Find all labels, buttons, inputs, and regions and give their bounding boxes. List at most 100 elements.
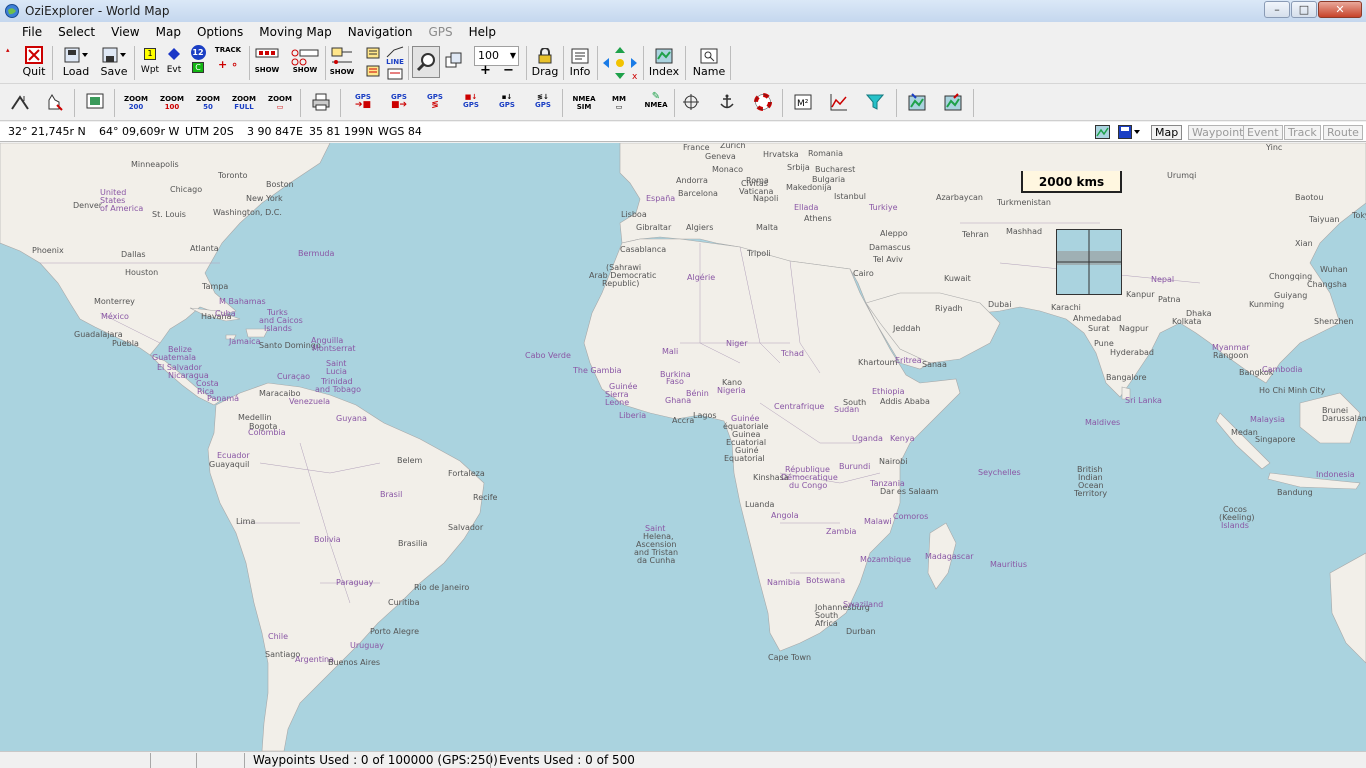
show-events-button[interactable]: SHOW (289, 48, 321, 74)
datum-readout: WGS 84 (378, 125, 422, 138)
gps-events-label[interactable]: ▪↓ GPS (496, 93, 518, 109)
load-button[interactable]: Load (60, 46, 92, 78)
map-place-label: Venezuela (289, 397, 331, 406)
printer-icon[interactable] (312, 93, 330, 111)
map-place-label: Boston (266, 180, 294, 189)
magnifier-button[interactable] (412, 46, 440, 78)
zoom-out-icon[interactable]: − (503, 64, 514, 77)
scale-bar: 2000 kms (1021, 171, 1122, 193)
tab-waypoint[interactable]: Waypoint (1188, 125, 1248, 140)
line-button[interactable]: LINE (384, 46, 406, 80)
menu-map[interactable]: Map (148, 22, 189, 42)
status-divider (244, 753, 245, 768)
info-button[interactable]: Info (566, 48, 594, 78)
zoom-100-label[interactable]: ZOOM 100 (160, 95, 184, 111)
map-place-label: Equatorial (724, 454, 765, 463)
maximize-button[interactable]: □ (1291, 1, 1317, 18)
tab-map[interactable]: Map (1151, 125, 1183, 140)
nmea-sim-label[interactable]: NMEA SIM (572, 95, 596, 111)
zoom-in-icon[interactable]: + (480, 64, 491, 77)
svg-text:x: x (632, 72, 638, 80)
tab-track[interactable]: Track (1284, 125, 1321, 140)
easting-readout: 3 90 847E (247, 125, 303, 138)
close-button[interactable]: ✕ (1318, 1, 1362, 18)
map-image-icon[interactable] (1095, 125, 1110, 139)
evt-label: Evt (166, 65, 182, 75)
drag-button[interactable]: Drag (530, 48, 560, 78)
map-place-label: Brasil (380, 490, 403, 499)
tab-event[interactable]: Event (1243, 125, 1283, 140)
show-routes-button[interactable]: SHOW (329, 46, 355, 76)
gps-download-waypoints-label[interactable]: GPS ■➔ (388, 93, 410, 110)
zoom-200-label[interactable]: ZOOM 200 (124, 95, 148, 111)
menu-help[interactable]: Help (461, 22, 504, 42)
house-icon[interactable] (10, 93, 30, 111)
map-place-label: España (646, 194, 676, 203)
show-waypoints-button[interactable]: SHOW (253, 48, 281, 74)
menu-file[interactable]: File (14, 22, 50, 42)
map-place-label: Cuba (215, 309, 236, 318)
elevation-graph-icon[interactable] (830, 93, 848, 111)
menu-navigation[interactable]: Navigation (340, 22, 421, 42)
gps-track-label[interactable]: GPS ≶ (424, 93, 446, 110)
menu-options[interactable]: Options (189, 22, 251, 42)
menu-view[interactable]: View (103, 22, 147, 42)
route-button[interactable]: 12 C (189, 45, 207, 73)
moving-map-label[interactable]: MM ▭ (608, 95, 630, 111)
menu-select[interactable]: Select (50, 22, 103, 42)
zoom-50-label[interactable]: ZOOM 50 (196, 95, 220, 111)
map-place-label: Azarbaycan (936, 193, 983, 202)
event-button[interactable]: Evt (164, 48, 184, 75)
map-view-icon[interactable] (86, 93, 104, 109)
menu-moving-map[interactable]: Moving Map (251, 22, 340, 42)
map-place-label: Turkmenistan (997, 198, 1051, 207)
show-label-3: SHOW (329, 68, 355, 76)
zoom-full-label[interactable]: ZOOM FULL (232, 95, 256, 111)
map-place-label: Kenya (890, 434, 915, 443)
map-import-icon[interactable] (908, 93, 926, 111)
map-place-label: Shenzhen (1314, 317, 1354, 326)
map-place-label: Liberia (619, 411, 647, 420)
map-place-label: Jamaica (229, 337, 261, 346)
nmea-pen-label[interactable]: ✎ NMEA (644, 92, 668, 110)
map-place-label: Wuhan (1320, 265, 1348, 274)
gps-upload-waypoints-label[interactable]: GPS ➔■ (352, 93, 374, 110)
tab-route[interactable]: Route (1323, 125, 1363, 140)
box-icon (387, 68, 403, 80)
hand-tool-icon[interactable] (45, 93, 63, 111)
map-place-label: Zambia (826, 527, 857, 536)
name-search-button[interactable]: Name (690, 48, 728, 78)
world-map-canvas[interactable]: Minneapolis Toronto Chicago Boston United Sta… (0, 143, 1366, 751)
index-button[interactable]: Index (648, 48, 680, 78)
gps-tracklog-label[interactable]: ≶↓ GPS (532, 93, 554, 109)
quit-button[interactable]: Quit (20, 46, 48, 78)
gps-route-label[interactable]: ■↓ GPS (460, 93, 482, 109)
map-place-label: Patna (1158, 295, 1181, 304)
anchor-icon[interactable] (718, 93, 736, 111)
name-label: Name (692, 65, 726, 78)
overview-window[interactable] (1056, 229, 1122, 295)
map-place-label: Kinshasa (753, 473, 789, 482)
track-button[interactable]: TRACK + ∘ (212, 46, 244, 72)
list-button[interactable] (364, 46, 382, 80)
load-icon (64, 47, 88, 63)
map-place-label: Istanbul (834, 192, 867, 201)
map-export-icon[interactable] (944, 93, 962, 111)
menu-gps[interactable]: GPS (420, 22, 460, 42)
save-button[interactable]: Save (98, 46, 130, 78)
save-map-icon[interactable] (1118, 125, 1142, 139)
coordinate-bar: 32° 21,745r N 64° 09,609r W UTM 20S 3 90… (0, 122, 1366, 142)
filter-icon[interactable] (866, 93, 884, 111)
lifebuoy-icon[interactable] (754, 93, 772, 111)
area-icon[interactable]: M² (794, 93, 812, 111)
windows-button[interactable] (444, 52, 464, 70)
crosshair-icon[interactable] (682, 93, 700, 111)
waypoint-button[interactable]: 1 Wpt (140, 48, 160, 75)
map-place-label: Dallas (121, 250, 146, 259)
map-place-label: Guadalajara (74, 330, 123, 339)
minimize-button[interactable]: – (1264, 1, 1290, 18)
wpt-label: Wpt (140, 65, 160, 75)
pan-button[interactable]: x (601, 46, 639, 80)
waypoint-icon: 1 (144, 48, 156, 60)
zoom-box-label[interactable]: ZOOM ▭ (268, 95, 292, 111)
